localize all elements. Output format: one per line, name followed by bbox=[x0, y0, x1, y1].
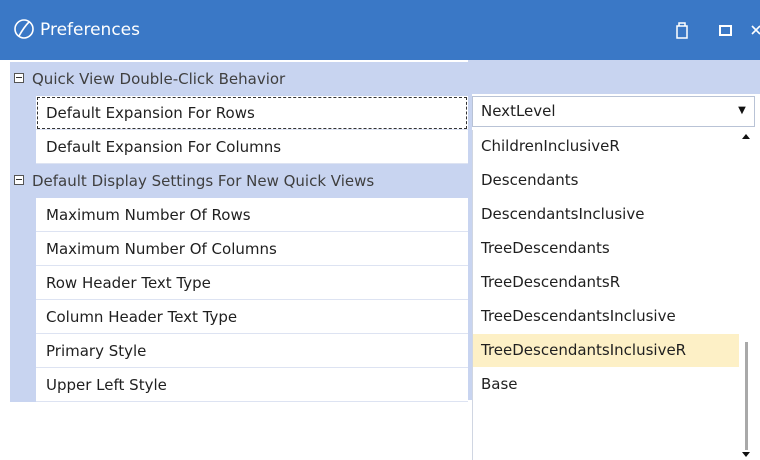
dropdown-arrow-icon[interactable]: ▼ bbox=[736, 105, 748, 117]
property-label: Default Expansion For Rows bbox=[46, 104, 255, 122]
property-label: Maximum Number Of Rows bbox=[46, 206, 251, 224]
dropdown-option[interactable]: Base bbox=[473, 368, 739, 401]
value-column-header bbox=[472, 60, 760, 94]
dropdown-option[interactable]: ChildrenInclusiveR bbox=[473, 130, 739, 163]
scroll-down-arrow-icon[interactable] bbox=[742, 452, 750, 457]
scroll-thumb[interactable] bbox=[745, 342, 748, 450]
property-cell[interactable]: Primary Style bbox=[36, 334, 468, 368]
window-title: Preferences bbox=[40, 20, 140, 40]
property-cell[interactable]: Column Header Text Type bbox=[36, 300, 468, 334]
property-row-default-expansion-rows[interactable]: Default Expansion For Rows bbox=[10, 96, 468, 130]
dropdown-list: ChildrenInclusiveR Descendants Descendan… bbox=[472, 130, 760, 460]
property-row-primary-style[interactable]: Primary Style bbox=[10, 334, 468, 368]
property-cell[interactable]: Upper Left Style bbox=[36, 368, 468, 402]
collapse-icon[interactable] bbox=[14, 73, 24, 83]
property-cell[interactable]: Row Header Text Type bbox=[36, 266, 468, 300]
property-cell[interactable]: Maximum Number Of Columns bbox=[36, 232, 468, 266]
property-label: Maximum Number Of Columns bbox=[46, 240, 277, 258]
property-cell[interactable]: Default Expansion For Rows bbox=[36, 96, 468, 130]
dropdown-scrollbar[interactable] bbox=[740, 130, 754, 460]
maximize-icon bbox=[719, 25, 732, 36]
expansion-combobox[interactable]: NextLevel ▼ bbox=[472, 96, 755, 127]
property-row-max-rows[interactable]: Maximum Number Of Rows bbox=[10, 198, 468, 232]
scroll-up-arrow-icon[interactable] bbox=[742, 134, 750, 139]
category-default-display-settings[interactable]: Default Display Settings For New Quick V… bbox=[10, 164, 468, 198]
close-button[interactable] bbox=[748, 18, 760, 42]
property-row-upper-left-style[interactable]: Upper Left Style bbox=[10, 368, 468, 402]
property-label: Row Header Text Type bbox=[46, 274, 211, 292]
property-label: Upper Left Style bbox=[46, 376, 167, 394]
dropdown-option[interactable]: TreeDescendantsInclusive bbox=[473, 300, 739, 333]
restore-icon bbox=[676, 22, 688, 39]
maximize-button[interactable] bbox=[716, 18, 738, 42]
dropdown-option[interactable]: DescendantsInclusive bbox=[473, 198, 739, 231]
close-icon bbox=[751, 25, 760, 35]
property-cell[interactable]: Default Expansion For Columns bbox=[36, 130, 468, 164]
property-grid: Quick View Double-Click Behavior Default… bbox=[0, 60, 760, 460]
app-logo-icon bbox=[14, 19, 34, 39]
dropdown-option[interactable]: TreeDescendantsR bbox=[473, 266, 739, 299]
dropdown-option[interactable]: Descendants bbox=[473, 164, 739, 197]
combo-value: NextLevel bbox=[481, 102, 556, 120]
category-label: Default Display Settings For New Quick V… bbox=[32, 172, 375, 190]
property-row-max-columns[interactable]: Maximum Number Of Columns bbox=[10, 232, 468, 266]
category-quick-view-double-click[interactable]: Quick View Double-Click Behavior bbox=[10, 62, 468, 96]
category-label: Quick View Double-Click Behavior bbox=[32, 70, 286, 88]
property-cell[interactable]: Maximum Number Of Rows bbox=[36, 198, 468, 232]
property-row-default-expansion-columns[interactable]: Default Expansion For Columns bbox=[10, 130, 468, 164]
property-label: Column Header Text Type bbox=[46, 308, 238, 326]
property-label: Default Expansion For Columns bbox=[46, 138, 282, 156]
title-bar: Preferences bbox=[0, 0, 760, 60]
property-row-column-header-text-type[interactable]: Column Header Text Type bbox=[10, 300, 468, 334]
restore-button[interactable] bbox=[672, 18, 694, 42]
property-label: Primary Style bbox=[46, 342, 147, 360]
dropdown-option[interactable]: TreeDescendants bbox=[473, 232, 739, 265]
property-row-row-header-text-type[interactable]: Row Header Text Type bbox=[10, 266, 468, 300]
dropdown-option-selected[interactable]: TreeDescendantsInclusiveR bbox=[473, 334, 739, 367]
collapse-icon[interactable] bbox=[14, 175, 24, 185]
